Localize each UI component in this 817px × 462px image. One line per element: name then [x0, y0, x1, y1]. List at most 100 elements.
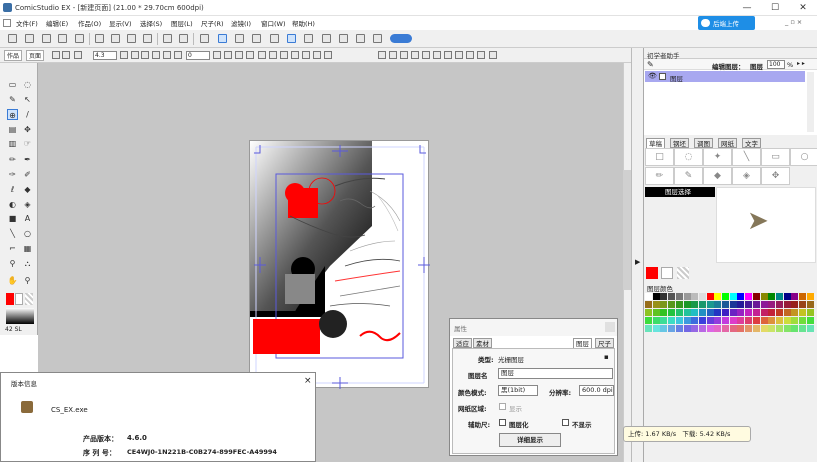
pattern-icon[interactable]	[433, 51, 441, 59]
palette-swatch[interactable]	[706, 317, 714, 324]
palette-swatch[interactable]	[706, 301, 714, 308]
palette-swatch[interactable]	[745, 325, 753, 332]
cross-icon[interactable]	[269, 51, 277, 59]
frame-tool-icon[interactable]: ▥	[7, 138, 18, 149]
rotate-right-icon[interactable]	[174, 51, 182, 59]
palette-swatch[interactable]	[775, 309, 783, 316]
palette-swatch[interactable]	[783, 293, 791, 300]
layer-color-secondary[interactable]	[661, 267, 673, 279]
palette-swatch[interactable]	[775, 293, 783, 300]
palette-swatch[interactable]	[698, 293, 706, 300]
palette-swatch[interactable]	[675, 317, 683, 324]
palette-swatch[interactable]	[652, 293, 660, 300]
brush-rect-icon[interactable]: ▭	[761, 148, 790, 166]
palette-swatch[interactable]	[799, 325, 806, 332]
zoom-tool-icon[interactable]: ⊕	[7, 109, 18, 120]
magnifier-icon[interactable]: ⚲	[22, 275, 33, 286]
minimize-button[interactable]: —	[736, 1, 758, 15]
clear-icon[interactable]	[143, 34, 152, 43]
palette-swatch[interactable]	[799, 309, 806, 316]
palette-swatch[interactable]	[652, 317, 660, 324]
ink-pen-icon[interactable]: ✑	[7, 169, 18, 180]
guide-icon[interactable]	[270, 34, 279, 43]
palette-swatch[interactable]	[691, 301, 699, 308]
mirror-icon[interactable]	[246, 51, 254, 59]
palette-swatch[interactable]	[668, 317, 676, 324]
maximize-button[interactable]: ☐	[764, 1, 786, 15]
grid-icon[interactable]	[235, 34, 244, 43]
lasso-select-icon[interactable]	[291, 51, 299, 59]
palette-swatch[interactable]	[722, 325, 729, 332]
menu-help[interactable]: 帮助(H)	[292, 18, 315, 28]
palette-swatch[interactable]	[791, 293, 799, 300]
palette-swatch[interactable]	[706, 293, 714, 300]
network-speed-widget[interactable]: 上传: 1.67 KB/s 下载: 5.42 KB/s	[623, 426, 751, 442]
material-icon[interactable]	[356, 34, 365, 43]
eraser-icon[interactable]: ◆	[22, 184, 33, 195]
palette-swatch[interactable]	[737, 301, 745, 308]
angle-dropdown-icon[interactable]	[213, 51, 221, 59]
layer-name-input[interactable]: 图层	[498, 368, 613, 379]
brush-eraser-icon[interactable]: ◆	[703, 167, 732, 185]
upload-button[interactable]: 后端上传	[698, 16, 755, 30]
aux-layerize-checkbox[interactable]	[499, 419, 506, 426]
palette-swatch[interactable]	[799, 301, 806, 308]
palette-swatch[interactable]	[768, 309, 776, 316]
hand-icon[interactable]: ✋	[7, 275, 18, 286]
palette-swatch[interactable]	[745, 301, 753, 308]
palette-swatch[interactable]	[768, 317, 776, 324]
zoom-input[interactable]: 4.3	[93, 51, 117, 60]
pencil-icon[interactable]: ✏	[7, 154, 18, 165]
palette-swatch[interactable]	[768, 293, 776, 300]
stamp-icon[interactable]: ⛬	[22, 258, 33, 269]
palette-swatch[interactable]	[698, 325, 706, 332]
palette-swatch[interactable]	[760, 325, 768, 332]
doc-window-controls[interactable]: _ ▫ ×	[785, 18, 802, 26]
palette-swatch[interactable]	[668, 325, 676, 332]
menu-window[interactable]: 窗口(W)	[261, 18, 286, 28]
palette-swatch[interactable]	[668, 309, 676, 316]
palette-swatch[interactable]	[806, 317, 814, 324]
palette-swatch[interactable]	[775, 317, 783, 324]
menu-select[interactable]: 选择(S)	[140, 18, 162, 28]
pattern-brush-icon[interactable]: ▦	[22, 243, 33, 254]
fill-icon[interactable]: ◐	[7, 199, 18, 210]
pen-tool-icon[interactable]	[378, 51, 386, 59]
opacity-input[interactable]: 100	[767, 60, 785, 69]
close-doc-icon[interactable]	[42, 34, 51, 43]
brush-square-icon[interactable]: □	[645, 148, 674, 166]
move-arrow-icon[interactable]: ↖	[22, 94, 33, 105]
palette-swatch[interactable]	[675, 293, 683, 300]
paste-icon[interactable]	[127, 34, 136, 43]
palette-swatch[interactable]	[737, 309, 745, 316]
palette-swatch[interactable]	[645, 301, 652, 308]
palette-swatch[interactable]	[691, 293, 699, 300]
palette-swatch[interactable]	[683, 301, 691, 308]
menu-view[interactable]: 显示(V)	[109, 18, 132, 28]
palette-swatch[interactable]	[752, 309, 760, 316]
palette-swatch[interactable]	[675, 309, 683, 316]
menu-ruler[interactable]: 尺子(R)	[201, 18, 224, 28]
palette-swatch[interactable]	[745, 293, 753, 300]
menu-work[interactable]: 作品(O)	[78, 18, 101, 28]
brush-transform-icon[interactable]: ✥	[761, 167, 790, 185]
palette-icon[interactable]	[322, 34, 331, 43]
zoom-in-icon[interactable]	[62, 51, 70, 59]
angle-input[interactable]: 0	[186, 51, 210, 60]
fit-icon[interactable]	[74, 51, 82, 59]
palette-swatch[interactable]	[806, 293, 814, 300]
tab-page[interactable]: 页面	[26, 50, 45, 61]
palette-swatch[interactable]	[760, 301, 768, 308]
palette-swatch[interactable]	[691, 317, 699, 324]
palette-swatch[interactable]	[799, 293, 806, 300]
page-next-icon[interactable]	[141, 51, 149, 59]
palette-swatch[interactable]	[660, 317, 668, 324]
palette-swatch[interactable]	[783, 309, 791, 316]
tab-layer[interactable]: 图层	[573, 338, 592, 348]
frame-icon[interactable]	[287, 34, 296, 43]
star-icon[interactable]	[455, 51, 463, 59]
palette-swatch[interactable]	[745, 317, 753, 324]
palette-swatch[interactable]	[691, 325, 699, 332]
gradient-icon[interactable]: ■	[7, 213, 18, 224]
airbrush-icon[interactable]: ✐	[22, 169, 33, 180]
